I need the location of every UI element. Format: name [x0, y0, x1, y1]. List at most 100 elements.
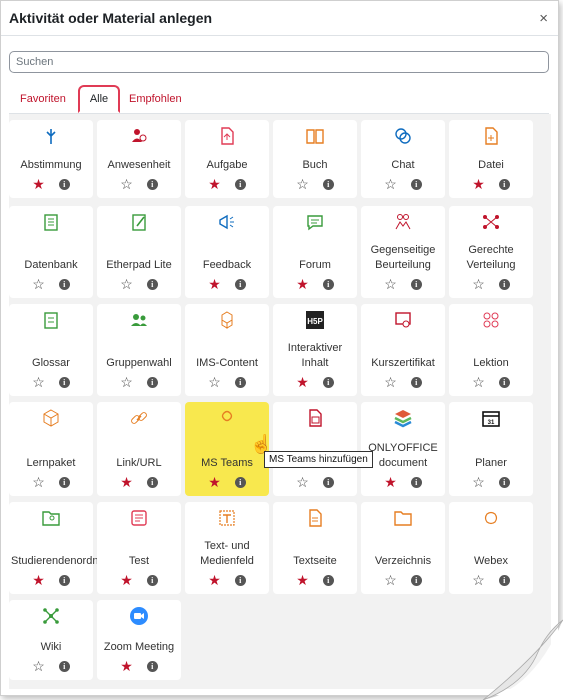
module-card[interactable]: Feedback ★ i	[185, 206, 269, 298]
star-outline-icon[interactable]: ☆	[32, 277, 45, 291]
module-card[interactable]: Abstimmung ★ i	[9, 120, 93, 198]
info-icon[interactable]: i	[322, 376, 334, 388]
module-card[interactable]: Zoom Meeting ★ i	[97, 600, 181, 680]
info-icon[interactable]: i	[498, 178, 510, 190]
close-icon[interactable]: ×	[539, 11, 548, 26]
info-icon[interactable]: i	[234, 376, 246, 388]
module-card[interactable]: Gruppenwahl ☆ i	[97, 304, 181, 396]
info-icon[interactable]: i	[410, 278, 422, 290]
star-filled-icon[interactable]: ★	[208, 573, 221, 587]
module-card[interactable]: 31 Planer ☆ i	[449, 402, 533, 496]
info-icon[interactable]: i	[58, 574, 70, 586]
star-outline-icon[interactable]: ☆	[472, 277, 485, 291]
info-icon[interactable]: i	[58, 178, 70, 190]
star-outline-icon[interactable]: ☆	[120, 177, 133, 191]
info-icon[interactable]: i	[146, 476, 158, 488]
info-icon[interactable]: i	[410, 376, 422, 388]
star-outline-icon[interactable]: ☆	[296, 177, 309, 191]
star-filled-icon[interactable]: ★	[472, 177, 485, 191]
module-card[interactable]: Studierendenordner ★ i	[9, 502, 108, 594]
module-card[interactable]: Link/URL ★ i	[97, 402, 181, 496]
module-label: Test	[128, 555, 150, 567]
star-outline-icon[interactable]: ☆	[296, 475, 309, 489]
info-icon[interactable]: i	[234, 476, 246, 488]
star-outline-icon[interactable]: ☆	[384, 277, 397, 291]
module-card[interactable]: Lektion ☆ i	[449, 304, 533, 396]
module-card[interactable]: Verzeichnis ☆ i	[361, 502, 445, 594]
module-card[interactable]: H5P Interaktiver Inhalt ★ i	[273, 304, 357, 396]
star-outline-icon[interactable]: ☆	[384, 375, 397, 389]
module-card[interactable]: IMS-Content ☆ i	[185, 304, 269, 396]
module-card[interactable]: Glossar ☆ i	[9, 304, 93, 396]
star-outline-icon[interactable]: ☆	[32, 659, 45, 673]
info-icon[interactable]: i	[146, 660, 158, 672]
module-card[interactable]: Test ★ i	[97, 502, 181, 594]
module-card[interactable]: Forum ★ i	[273, 206, 357, 298]
module-card[interactable]: Gerechte Verteilung ☆ i	[449, 206, 533, 298]
info-icon[interactable]: i	[498, 476, 510, 488]
info-icon[interactable]: i	[234, 574, 246, 586]
info-icon[interactable]: i	[234, 278, 246, 290]
info-icon[interactable]: i	[498, 278, 510, 290]
star-filled-icon[interactable]: ★	[296, 277, 309, 291]
star-outline-icon[interactable]: ☆	[472, 375, 485, 389]
star-filled-icon[interactable]: ★	[32, 177, 45, 191]
star-outline-icon[interactable]: ☆	[32, 375, 45, 389]
info-icon[interactable]: i	[146, 376, 158, 388]
module-card[interactable]: Etherpad Lite ☆ i	[97, 206, 181, 298]
info-icon[interactable]: i	[58, 278, 70, 290]
info-icon[interactable]: i	[146, 178, 158, 190]
star-outline-icon[interactable]: ☆	[208, 375, 221, 389]
info-icon[interactable]: i	[58, 476, 70, 488]
info-icon[interactable]: i	[322, 476, 334, 488]
star-outline-icon[interactable]: ☆	[120, 375, 133, 389]
module-card[interactable]: Gegenseitige Beurteilung ☆ i	[361, 206, 445, 298]
module-label: Lektion	[473, 357, 509, 369]
tab-favoriten[interactable]: Favoriten	[20, 85, 66, 113]
module-actions: ☆ i	[9, 277, 93, 291]
module-card[interactable]: Text- und Medienfeld ★ i	[185, 502, 269, 594]
star-outline-icon[interactable]: ☆	[472, 475, 485, 489]
module-card[interactable]: ONLYOFFICE document ★ i	[361, 402, 445, 496]
info-icon[interactable]: i	[322, 574, 334, 586]
info-icon[interactable]: i	[58, 660, 70, 672]
star-outline-icon[interactable]: ☆	[384, 177, 397, 191]
star-filled-icon[interactable]: ★	[32, 573, 45, 587]
info-icon[interactable]: i	[410, 574, 422, 586]
star-filled-icon[interactable]: ★	[120, 573, 133, 587]
info-icon[interactable]: i	[410, 178, 422, 190]
module-card[interactable]: Aufgabe ★ i	[185, 120, 269, 198]
star-filled-icon[interactable]: ★	[120, 475, 133, 489]
module-card[interactable]: Lernpaket ☆ i	[9, 402, 93, 496]
info-icon[interactable]: i	[58, 376, 70, 388]
info-icon[interactable]: i	[146, 278, 158, 290]
module-card[interactable]: Datei ★ i	[449, 120, 533, 198]
module-card[interactable]: Kurszertifikat ☆ i	[361, 304, 445, 396]
star-outline-icon[interactable]: ☆	[120, 277, 133, 291]
star-filled-icon[interactable]: ★	[208, 475, 221, 489]
module-card[interactable]: Wiki ☆ i	[9, 600, 93, 680]
star-filled-icon[interactable]: ★	[208, 277, 221, 291]
module-card[interactable]: PDF☆i	[273, 402, 357, 496]
info-icon[interactable]: i	[234, 178, 246, 190]
info-icon[interactable]: i	[146, 574, 158, 586]
star-filled-icon[interactable]: ★	[120, 659, 133, 673]
star-filled-icon[interactable]: ★	[296, 573, 309, 587]
star-outline-icon[interactable]: ☆	[384, 573, 397, 587]
module-card[interactable]: Anwesenheit ☆ i	[97, 120, 181, 198]
module-card[interactable]: Datenbank ☆ i	[9, 206, 93, 298]
tab-alle[interactable]: Alle	[78, 85, 120, 113]
star-outline-icon[interactable]: ☆	[32, 475, 45, 489]
star-filled-icon[interactable]: ★	[208, 177, 221, 191]
star-filled-icon[interactable]: ★	[296, 375, 309, 389]
info-icon[interactable]: i	[322, 278, 334, 290]
info-icon[interactable]: i	[410, 476, 422, 488]
info-icon[interactable]: i	[498, 376, 510, 388]
module-card[interactable]: Buch ☆ i	[273, 120, 357, 198]
search-input[interactable]	[9, 51, 549, 73]
info-icon[interactable]: i	[322, 178, 334, 190]
tab-empfohlen[interactable]: Empfohlen	[129, 85, 182, 113]
star-filled-icon[interactable]: ★	[384, 475, 397, 489]
module-card[interactable]: Textseite ★ i	[273, 502, 357, 594]
module-card[interactable]: Chat ☆ i	[361, 120, 445, 198]
